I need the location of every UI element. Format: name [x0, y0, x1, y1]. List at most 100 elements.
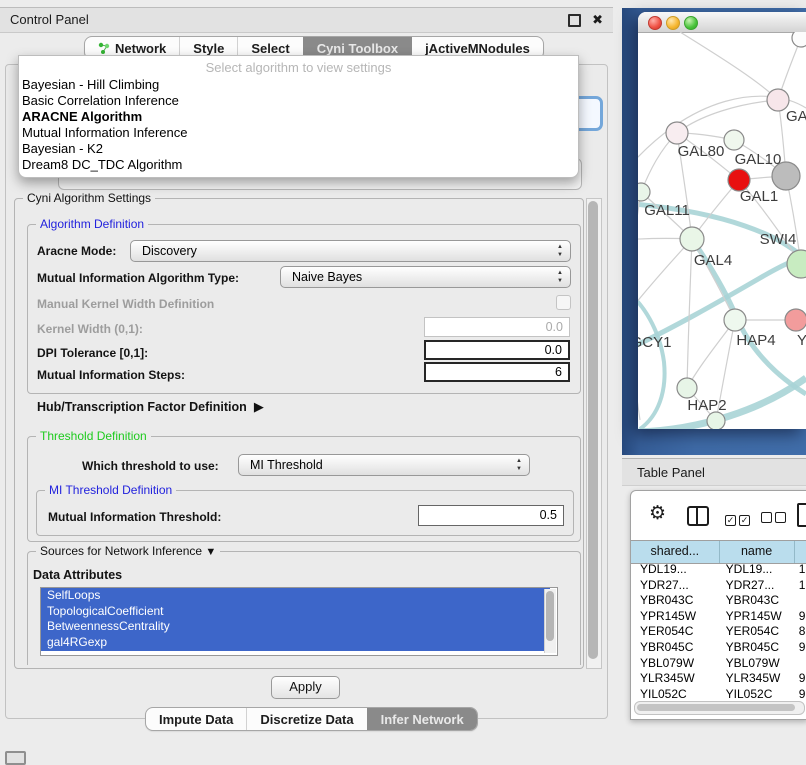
node-label-HAP4: HAP4: [736, 332, 775, 349]
mi-algorithm-type-select[interactable]: Naive Bayes ▲▼: [280, 266, 571, 288]
network-node-SWI4[interactable]: [787, 250, 806, 278]
table-panel-titlebar[interactable]: Table Panel: [622, 458, 806, 486]
manual-kernel-label: Manual Kernel Width Definition: [37, 297, 214, 311]
manual-kernel-checkbox[interactable]: [556, 295, 571, 310]
select-all-icon[interactable]: ✓✓: [725, 510, 753, 528]
node-label-GAL11: GAL11: [644, 202, 690, 219]
table-row[interactable]: YDL19...YDL19...13: [631, 562, 806, 578]
network-edge[interactable]: [677, 100, 778, 133]
split-columns-icon[interactable]: [687, 506, 709, 526]
settings-scrollbar[interactable]: [586, 198, 602, 669]
network-node-GAL11[interactable]: [638, 183, 650, 201]
control-panel-titlebar[interactable]: Control Panel ✖: [0, 7, 613, 33]
algorithm-option[interactable]: Dream8 DC_TDC Algorithm: [19, 157, 578, 173]
close-window-icon[interactable]: [648, 16, 662, 30]
clear-selection-icon[interactable]: [761, 510, 789, 528]
float-panel-icon[interactable]: [568, 14, 581, 27]
table-cell: YER054C: [720, 624, 793, 640]
dpi-tolerance-field[interactable]: 0.0: [424, 340, 570, 360]
zoom-window-icon[interactable]: [684, 16, 698, 30]
network-edge[interactable]: [687, 239, 692, 388]
table-cell: YBR043C: [631, 593, 720, 609]
table-cell: 9.: [793, 609, 806, 625]
network-node-GAL10[interactable]: [724, 130, 744, 150]
table-row[interactable]: YLR345WYLR345W9.: [631, 671, 806, 687]
algorithm-option[interactable]: Bayesian - K2: [19, 141, 578, 157]
network-node-GAL4[interactable]: [680, 227, 704, 251]
table-row[interactable]: YER054CYER054C8.: [631, 624, 806, 640]
network-icon: [98, 42, 110, 54]
attribute-list-item[interactable]: gal4RGexp: [41, 635, 550, 651]
network-node-node-top[interactable]: [792, 32, 806, 47]
table-cell: [793, 593, 806, 609]
collapsed-arrow-icon[interactable]: ▶: [250, 399, 264, 414]
which-threshold-select[interactable]: MI Threshold ▲▼: [238, 454, 530, 476]
mi-threshold-field[interactable]: 0.5: [418, 505, 564, 526]
attribute-list-item[interactable]: BetweennessCentrality: [41, 619, 550, 635]
tab-discretize-data[interactable]: Discretize Data: [246, 708, 366, 730]
minimized-panel-icon[interactable]: [5, 751, 26, 765]
table-row[interactable]: YBR045CYBR045C9.: [631, 640, 806, 656]
table-rows: YDL19...YDL19...13YDR27...YDR27...12YBR0…: [631, 562, 806, 701]
table-row[interactable]: YIL052CYIL052C9: [631, 687, 806, 701]
algorithm-dropdown-popup: Select algorithm to view settings Bayesi…: [18, 55, 579, 178]
apply-button[interactable]: Apply: [271, 676, 340, 699]
document-icon[interactable]: [797, 503, 806, 527]
tab-label: Infer Network: [381, 712, 464, 727]
tab-infer-network[interactable]: Infer Network: [367, 708, 477, 730]
network-canvas[interactable]: GAL80GAL10GAL1GAL11GAL4SWI4GCY1HAP4YHAP2…: [638, 32, 806, 429]
table-panel-window: ⚙ ✓✓ shared...nameA YDL19...YDL19...13YD…: [630, 490, 806, 720]
hub-definition-toggle[interactable]: Hub/Transcription Factor Definition ▶: [37, 399, 264, 415]
algorithm-option[interactable]: Mutual Information Inference: [19, 125, 578, 141]
algorithm-option[interactable]: Basic Correlation Inference: [19, 93, 578, 109]
table-row[interactable]: YBL079WYBL079W: [631, 656, 806, 672]
kernel-width-value: 0.0: [546, 320, 563, 334]
table-row[interactable]: YBR043CYBR043C: [631, 593, 806, 609]
tab-label: Style: [193, 41, 224, 56]
table-column-header[interactable]: name: [720, 541, 795, 563]
tab-impute-data[interactable]: Impute Data: [146, 708, 246, 730]
table-cell: YLR345W: [720, 671, 793, 687]
network-node-HAP2[interactable]: [677, 378, 697, 398]
network-edge[interactable]: [680, 32, 778, 100]
mi-steps-field[interactable]: 6: [424, 362, 570, 382]
network-window-titlebar[interactable]: [638, 12, 806, 33]
attribute-list-item[interactable]: SelfLoops: [41, 588, 550, 604]
table-column-header[interactable]: shared...: [631, 541, 720, 563]
table-cell: YPR145W: [720, 609, 793, 625]
network-node-node-salmon[interactable]: [785, 309, 806, 331]
network-node-HAP4[interactable]: [724, 309, 746, 331]
node-label-GAL1: GAL1: [740, 188, 778, 205]
table-row[interactable]: YPR145WYPR145W9.: [631, 609, 806, 625]
attributes-scrollbar-thumb[interactable]: [546, 591, 554, 641]
network-node-GAL80[interactable]: [666, 122, 688, 144]
table-cell: YBL079W: [631, 656, 720, 672]
gear-icon[interactable]: ⚙: [649, 504, 666, 524]
hub-definition-label: Hub/Transcription Factor Definition: [37, 400, 247, 414]
attribute-list-item[interactable]: TopologicalCoefficient: [41, 604, 550, 620]
node-label-GAL4: GAL4: [694, 252, 732, 269]
data-attributes-list[interactable]: SelfLoopsTopologicalCoefficientBetweenne…: [40, 587, 558, 656]
node-label-SWI4: SWI4: [760, 231, 797, 248]
sources-group-title[interactable]: Sources for Network Inference ▼: [36, 544, 220, 558]
algorithm-option[interactable]: ARACNE Algorithm: [19, 109, 578, 125]
table-cell: YBR043C: [720, 593, 793, 609]
close-panel-icon[interactable]: ✖: [592, 8, 603, 32]
attributes-scrollbar[interactable]: [544, 589, 556, 653]
network-node-node-bottom[interactable]: [707, 412, 725, 429]
mi-threshold-label: Mutual Information Threshold:: [48, 510, 221, 524]
network-edge[interactable]: [638, 288, 665, 429]
kernel-width-field[interactable]: 0.0: [424, 317, 570, 337]
minimize-window-icon[interactable]: [666, 16, 680, 30]
table-row[interactable]: YDR27...YDR27...12: [631, 578, 806, 594]
table-hscrollbar-thumb[interactable]: [637, 704, 795, 711]
table-column-header[interactable]: A: [795, 541, 806, 563]
node-label-GAL80: GAL80: [678, 143, 725, 160]
spinner-arrows-icon: ▲▼: [557, 243, 563, 259]
settings-scrollbar-thumb[interactable]: [588, 201, 598, 659]
algorithm-options-list: Bayesian - Hill ClimbingBasic Correlatio…: [19, 77, 578, 173]
algorithm-option[interactable]: Bayesian - Hill Climbing: [19, 77, 578, 93]
table-horizontal-scrollbar[interactable]: [634, 701, 805, 715]
aracne-mode-select[interactable]: Discovery ▲▼: [130, 240, 571, 262]
expanded-arrow-icon[interactable]: ▼: [205, 546, 216, 558]
